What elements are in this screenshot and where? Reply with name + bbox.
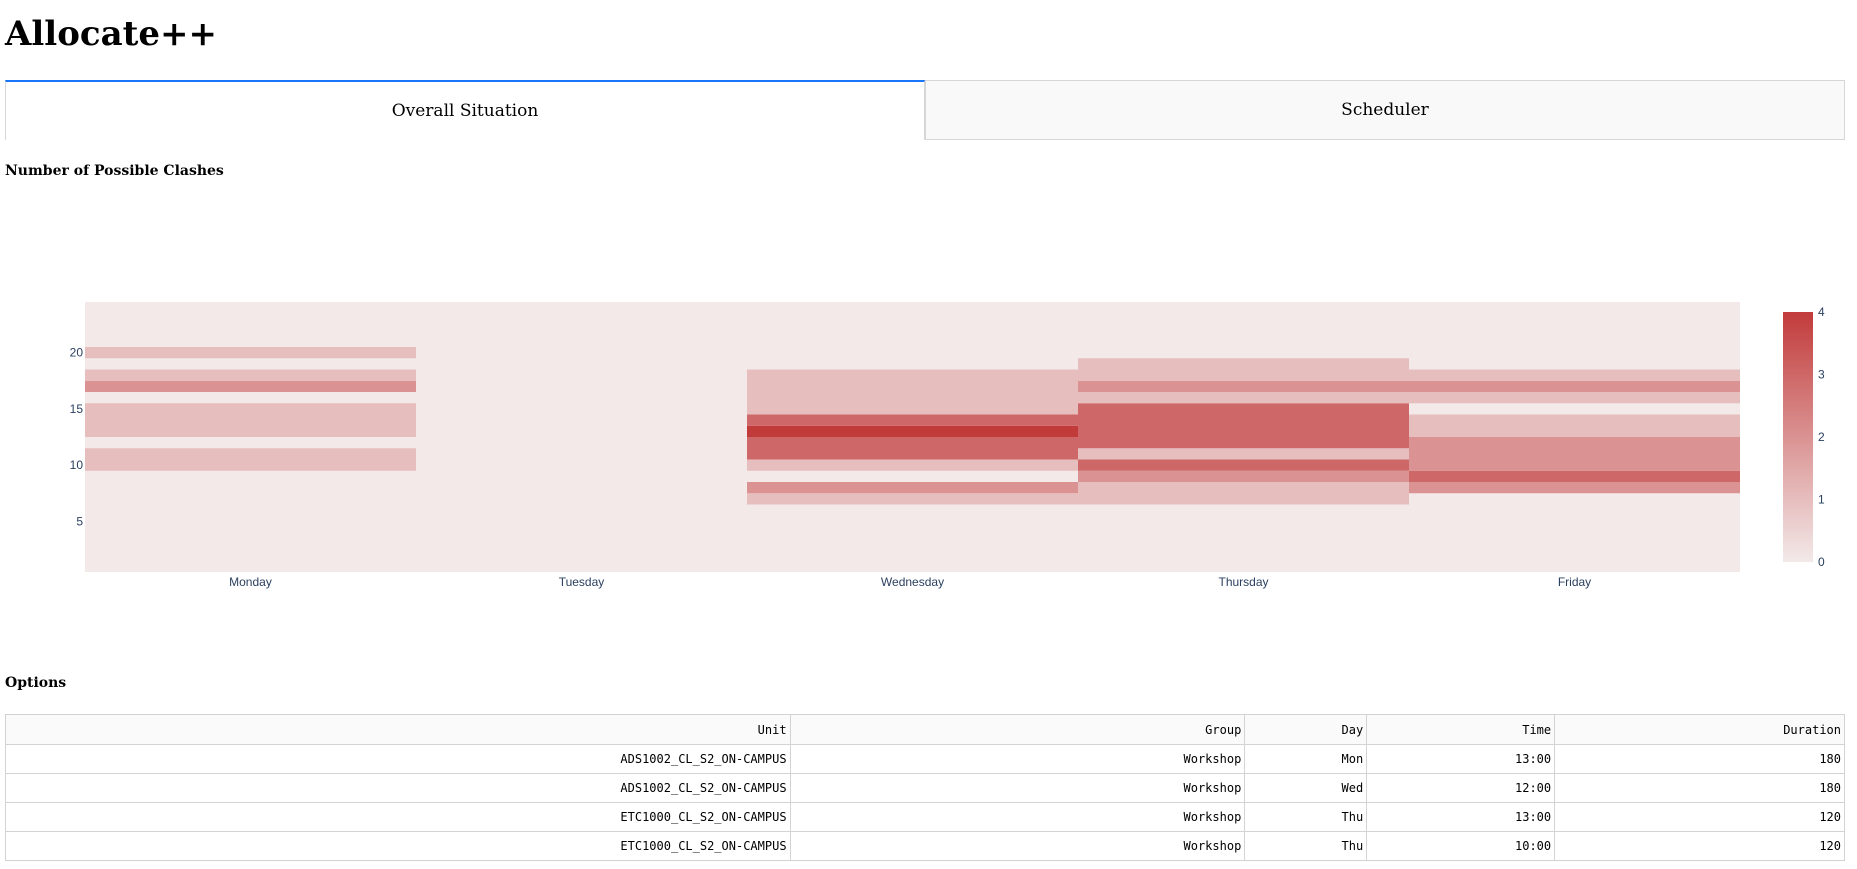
- x-tick-label: Friday: [1558, 575, 1591, 589]
- heatmap-cell: [1078, 482, 1409, 505]
- heatmap-cell: [1078, 459, 1409, 471]
- cell-group: Workshop: [789, 802, 1246, 832]
- table-row[interactable]: ETC1000_CL_S2_ON-CAMPUS Workshop Thu 13:…: [5, 802, 1845, 832]
- cell-time: 12:00: [1366, 773, 1556, 803]
- cell-unit: ETC1000_CL_S2_ON-CAMPUS: [5, 802, 791, 832]
- tab-overall-situation[interactable]: Overall Situation: [5, 80, 925, 140]
- colorbar-tick-label: 0: [1818, 555, 1825, 569]
- cell-group: Workshop: [789, 773, 1246, 803]
- y-tick-label: 10: [70, 458, 84, 472]
- cell-duration: 120: [1554, 802, 1845, 832]
- heatmap-cell: [747, 437, 1078, 460]
- colorbar-tick-label: 2: [1818, 430, 1825, 444]
- options-table-header-row: Unit Group Day Time Duration: [5, 714, 1845, 745]
- heatmap-cell: [747, 369, 1078, 415]
- colorbar: [1783, 312, 1813, 562]
- colorbar-tick-label: 3: [1818, 368, 1825, 382]
- y-tick-label: 5: [76, 514, 83, 528]
- clashes-heading: Number of Possible Clashes: [5, 163, 224, 179]
- cell-day: Mon: [1244, 744, 1368, 774]
- cell-group: Workshop: [789, 831, 1246, 861]
- cell-time: 10:00: [1366, 831, 1556, 861]
- cell-time: 13:00: [1366, 802, 1556, 832]
- cell-day: Thu: [1244, 831, 1368, 861]
- cell-duration: 180: [1554, 744, 1845, 774]
- column-header-unit[interactable]: Unit: [5, 714, 791, 745]
- heatmap-cell: [85, 347, 416, 359]
- heatmap-cell: [1078, 448, 1409, 460]
- heatmap-cell: [85, 380, 416, 392]
- heatmap-cell: [85, 448, 416, 471]
- cell-time: 13:00: [1366, 744, 1556, 774]
- column-header-group[interactable]: Group: [789, 714, 1246, 745]
- heatmap-cell: [85, 403, 416, 437]
- options-table: Unit Group Day Time Duration ADS1002_CL_…: [5, 714, 1845, 861]
- heatmap-cell: [1409, 392, 1740, 404]
- tab-scheduler[interactable]: Scheduler: [925, 80, 1845, 140]
- heatmap-cell: [1078, 470, 1409, 482]
- cell-duration: 180: [1554, 773, 1845, 803]
- table-row[interactable]: ADS1002_CL_S2_ON-CAMPUS Workshop Wed 12:…: [5, 773, 1845, 803]
- x-tick-label: Monday: [229, 575, 272, 589]
- tab-bar: Overall Situation Scheduler: [5, 80, 1845, 140]
- heatmap-cell: [747, 414, 1078, 426]
- heatmap-cell: [747, 425, 1078, 437]
- cell-unit: ETC1000_CL_S2_ON-CAMPUS: [5, 831, 791, 861]
- cell-day: Thu: [1244, 802, 1368, 832]
- y-tick-label: 20: [70, 346, 84, 360]
- cell-unit: ADS1002_CL_S2_ON-CAMPUS: [5, 773, 791, 803]
- colorbar-tick-label: 1: [1818, 493, 1825, 507]
- app-title: Allocate++: [5, 14, 217, 54]
- heatmap-cell: [1409, 380, 1740, 392]
- heatmap-cell: [1078, 403, 1409, 449]
- heatmap-cell: [1078, 358, 1409, 381]
- heatmap-cell: [1409, 369, 1740, 381]
- heatmap-cell: [1409, 482, 1740, 494]
- heatmap-cell: [1409, 437, 1740, 471]
- heatmap-cell: [1409, 414, 1740, 437]
- x-tick-label: Thursday: [1218, 575, 1268, 589]
- heatmap-cell: [747, 482, 1078, 494]
- column-header-time[interactable]: Time: [1366, 714, 1556, 745]
- cell-group: Workshop: [789, 744, 1246, 774]
- heatmap-cell: [747, 459, 1078, 471]
- options-heading: Options: [5, 675, 67, 691]
- x-tick-label: Wednesday: [881, 575, 944, 589]
- heatmap-cell: [747, 493, 1078, 505]
- cell-day: Wed: [1244, 773, 1368, 803]
- cell-duration: 120: [1554, 831, 1845, 861]
- table-row[interactable]: ETC1000_CL_S2_ON-CAMPUS Workshop Thu 10:…: [5, 831, 1845, 861]
- heatmap-cell: [1078, 380, 1409, 392]
- heatmap-cell: [1078, 392, 1409, 404]
- column-header-day[interactable]: Day: [1244, 714, 1368, 745]
- cell-unit: ADS1002_CL_S2_ON-CAMPUS: [5, 744, 791, 774]
- options-table-container: Unit Group Day Time Duration ADS1002_CL_…: [5, 714, 1845, 861]
- clashes-heatmap: Monday Tuesday Wednesday Thursday Friday5101…: [70, 302, 1825, 589]
- colorbar-tick-label: 4: [1818, 305, 1825, 319]
- heatmap-cell: [85, 369, 416, 381]
- column-header-duration[interactable]: Duration: [1554, 714, 1845, 745]
- heatmap-cell: [1409, 470, 1740, 482]
- y-tick-label: 15: [70, 402, 84, 416]
- table-row[interactable]: ADS1002_CL_S2_ON-CAMPUS Workshop Mon 13:…: [5, 744, 1845, 774]
- x-tick-label: Tuesday: [559, 575, 605, 589]
